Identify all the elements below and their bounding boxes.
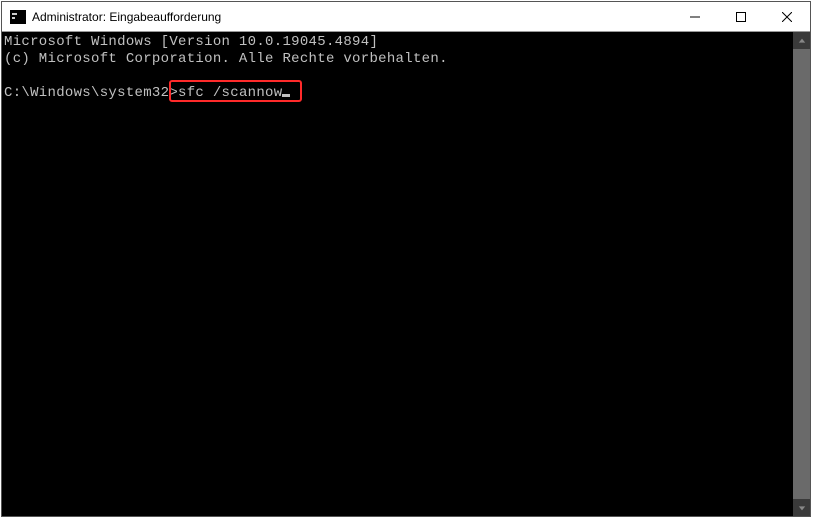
window-controls	[672, 2, 810, 31]
prompt-text: C:\Windows\system32>	[4, 85, 178, 101]
close-button[interactable]	[764, 2, 810, 31]
scroll-up-button[interactable]	[793, 32, 810, 49]
scroll-down-button[interactable]	[793, 499, 810, 516]
maximize-button[interactable]	[718, 2, 764, 31]
scroll-thumb[interactable]	[793, 49, 810, 499]
terminal-area: Microsoft Windows [Version 10.0.19045.48…	[2, 32, 810, 516]
version-line: Microsoft Windows [Version 10.0.19045.48…	[4, 34, 378, 50]
minimize-button[interactable]	[672, 2, 718, 31]
titlebar[interactable]: Administrator: Eingabeaufforderung	[2, 2, 810, 32]
window-title: Administrator: Eingabeaufforderung	[32, 10, 672, 24]
copyright-line: (c) Microsoft Corporation. Alle Rechte v…	[4, 51, 448, 67]
command-text: sfc /scannow	[178, 85, 282, 101]
terminal-output[interactable]: Microsoft Windows [Version 10.0.19045.48…	[2, 32, 793, 516]
cmd-icon	[10, 10, 26, 24]
text-cursor	[282, 94, 290, 97]
command-prompt-window: Administrator: Eingabeaufforderung Micro…	[1, 1, 811, 517]
vertical-scrollbar[interactable]	[793, 32, 810, 516]
